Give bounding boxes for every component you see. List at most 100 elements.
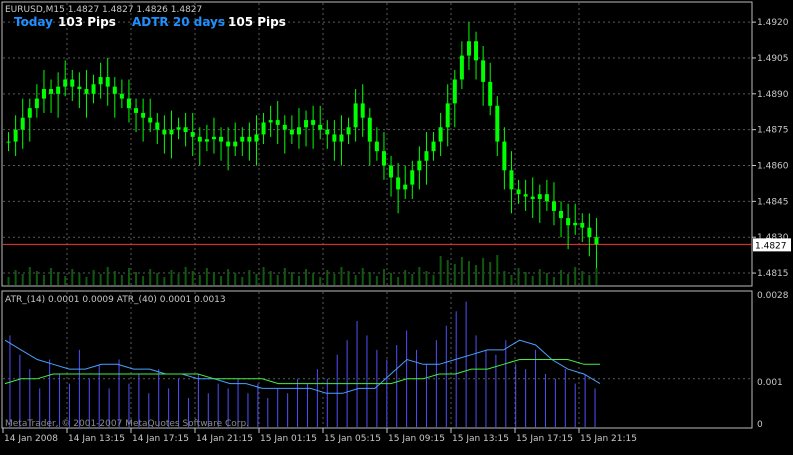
candle-body — [6, 141, 11, 143]
x-tick-label: 15 Jan 05:15 — [324, 434, 381, 444]
candle-body — [318, 124, 323, 130]
y-tick-label: 1.4875 — [757, 126, 789, 136]
atr-y-tick-label: 0 — [757, 420, 763, 430]
candle-body — [20, 117, 25, 130]
candle-body — [254, 134, 259, 142]
candle-body — [410, 170, 415, 185]
candle-body — [219, 136, 224, 142]
adtr-label: ADTR 20 days — [132, 15, 225, 29]
y-tick-label: 1.4845 — [757, 197, 789, 207]
candle-body — [389, 165, 394, 178]
candle-body — [530, 196, 535, 199]
candle-body — [275, 120, 280, 125]
x-tick-label: 15 Jan 01:15 — [260, 434, 317, 444]
candle-body — [594, 237, 599, 245]
candle-body — [403, 184, 408, 190]
candle-body — [580, 222, 585, 228]
candle-body — [551, 201, 556, 211]
candle-body — [27, 108, 32, 118]
candle-body — [226, 141, 231, 147]
candle-body — [211, 136, 216, 140]
candle-body — [502, 141, 507, 171]
atr-y-tick-label: 0.001 — [757, 378, 783, 388]
adtr-value: 105 Pips — [228, 15, 286, 29]
candle-body — [445, 103, 450, 128]
atr-y-tick-label: 0.0028 — [757, 291, 789, 301]
symbol-header: EURUSD,M15 1.4827 1.4827 1.4826 1.4827 — [5, 5, 202, 15]
candle-body — [459, 55, 464, 80]
candle-body — [346, 127, 351, 135]
y-tick-label: 1.4905 — [757, 54, 789, 64]
x-tick-label: 14 Jan 13:15 — [68, 434, 125, 444]
candle-body — [247, 136, 252, 142]
candle-body — [544, 194, 549, 202]
candle-body — [523, 194, 528, 197]
candle-body — [325, 129, 330, 135]
candle-body — [417, 160, 422, 171]
candle-body — [41, 89, 46, 99]
x-tick-label: 15 Jan 13:15 — [452, 434, 509, 444]
candle-body — [587, 227, 592, 238]
candle-body — [559, 210, 564, 219]
candle-body — [424, 151, 429, 161]
candle-body — [573, 222, 578, 226]
candle-body — [13, 129, 18, 142]
candle-body — [367, 117, 372, 142]
candle-body — [474, 41, 479, 61]
candle-body — [282, 124, 287, 130]
candle-body — [119, 93, 124, 99]
current-price-label: 1.4827 — [755, 241, 787, 251]
candle-body — [91, 84, 96, 94]
y-tick-label: 1.4860 — [757, 162, 789, 172]
candle-body — [233, 141, 238, 147]
candle-body — [183, 127, 188, 133]
candle-body — [84, 89, 89, 94]
candle-body — [34, 98, 39, 109]
candle-body — [353, 103, 358, 128]
candle-body — [304, 120, 309, 128]
today-label: Today — [14, 15, 53, 29]
chart-canvas[interactable]: 14 Jan 2008 14 Jan 13:15 14 Jan 17:15 14 Ja… — [0, 0, 793, 451]
candle-body — [77, 86, 82, 90]
candle-body — [197, 136, 202, 142]
candle-body — [204, 139, 209, 142]
candle-body — [339, 134, 344, 142]
today-value: 103 Pips — [58, 15, 116, 29]
x-tick-label: 15 Jan 09:15 — [388, 434, 445, 444]
x-tick-label: 14 Jan 21:15 — [196, 434, 253, 444]
candle-body — [360, 103, 365, 118]
candle-body — [70, 79, 75, 87]
candle-body — [261, 122, 266, 135]
x-tick-label: 14 Jan 2008 — [4, 434, 58, 444]
candle-body — [176, 127, 181, 130]
candle-body — [240, 136, 245, 142]
candle-body — [509, 170, 514, 190]
x-tick-label: 14 Jan 17:15 — [132, 434, 189, 444]
candle-body — [537, 194, 542, 199]
x-tick-label: 15 Jan 21:15 — [580, 434, 637, 444]
y-tick-label: 1.4815 — [757, 269, 789, 279]
chart-window[interactable]: 14 Jan 2008 14 Jan 13:15 14 Jan 17:15 14 Ja… — [0, 0, 793, 451]
candle-body — [268, 120, 273, 123]
candle-body — [396, 177, 401, 190]
candle-body — [141, 112, 146, 118]
candle-body — [381, 151, 386, 166]
candle-body — [495, 105, 500, 142]
candle-body — [155, 122, 160, 130]
candle-body — [332, 134, 337, 142]
candle-body — [481, 60, 486, 82]
candle-body — [56, 86, 61, 94]
candle-body — [112, 86, 117, 94]
candle-body — [289, 129, 294, 135]
candle-body — [311, 120, 316, 125]
candle-body — [162, 129, 167, 135]
candle-body — [516, 189, 521, 195]
candle-body — [134, 108, 139, 113]
candle-body — [169, 129, 174, 135]
candle-body — [296, 127, 301, 135]
candle-body — [431, 141, 436, 152]
candle-body — [63, 79, 68, 87]
indicator-header: ATR_(14) 0.0001 0.0009 ATR_(40) 0.0001 0… — [5, 295, 226, 305]
copyright-text: MetaTrader, © 2001-2007 MetaQuotes Softw… — [5, 419, 249, 429]
candle-body — [374, 141, 379, 152]
